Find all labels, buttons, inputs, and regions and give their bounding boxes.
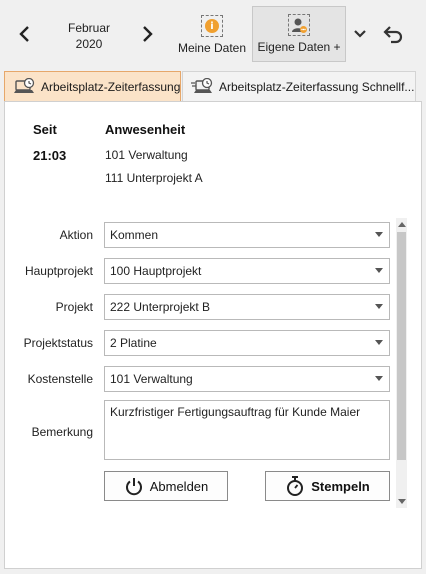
dropdown-arrow-icon: [375, 232, 383, 237]
month-label: Februar: [67, 21, 111, 35]
dropdown-arrow-icon: [375, 268, 383, 273]
anwesenheit-line: 111 Unterprojekt A: [105, 171, 203, 185]
scrollbar-thumb[interactable]: [397, 232, 406, 460]
aktion-select[interactable]: Kommen: [104, 222, 390, 248]
hauptprojekt-select[interactable]: 100 Hauptprojekt: [104, 258, 390, 284]
dropdown-arrow-icon: [375, 376, 383, 381]
kostenstelle-label: Kostenstelle: [27, 372, 93, 386]
stempeln-button[interactable]: Stempeln: [265, 471, 390, 501]
vertical-scrollbar[interactable]: [396, 218, 407, 508]
abmelden-button[interactable]: Abmelden: [104, 471, 228, 501]
bemerkung-textarea[interactable]: Kurzfristiger Fertigungsauftrag für Kund…: [104, 400, 390, 460]
stopwatch-icon: [287, 476, 304, 496]
tab-arbeitsplatz-zeiterfassung-schnellf[interactable]: Arbeitsplatz-Zeiterfassung Schnellf...: [182, 71, 416, 101]
tab-label: Arbeitsplatz-Zeiterfassung Schnellf...: [219, 79, 415, 94]
meine-daten-label: Meine Daten: [177, 41, 247, 55]
tab-bar: Arbeitsplatz-Zeiterfassung Arbeitsplatz-…: [4, 71, 422, 101]
aktion-label: Aktion: [59, 228, 93, 242]
projekt-select[interactable]: 222 Unterprojekt B: [104, 294, 390, 320]
dropdown-arrow-icon: [375, 304, 383, 309]
chevron-down-icon[interactable]: [352, 26, 368, 42]
hauptprojekt-label: Hauptprojekt: [24, 264, 93, 278]
kostenstelle-select[interactable]: 101 Verwaltung: [104, 366, 390, 392]
projekt-value: 222 Unterprojekt B: [110, 300, 211, 314]
aktion-value: Kommen: [110, 228, 159, 242]
seit-value: 21:03: [33, 148, 67, 163]
year-label: 2020: [75, 37, 103, 51]
scroll-up-icon[interactable]: [398, 222, 406, 227]
month-display: Februar 2020: [60, 20, 118, 52]
kostenstelle-value: 101 Verwaltung: [110, 372, 193, 386]
power-icon: [125, 478, 142, 496]
tab-arbeitsplatz-zeiterfassung[interactable]: Arbeitsplatz-Zeiterfassung: [4, 71, 181, 101]
hauptprojekt-value: 100 Hauptprojekt: [110, 264, 202, 278]
abmelden-label: Abmelden: [149, 478, 209, 494]
stempeln-label: Stempeln: [311, 478, 370, 494]
workstation-clock-icon: [14, 77, 35, 93]
anwesenheit-line: 101 Verwaltung: [105, 148, 188, 162]
undo-icon[interactable]: [382, 23, 404, 45]
eigene-daten-label: Eigene Daten +: [257, 40, 341, 54]
info-icon: i: [201, 15, 223, 37]
projektstatus-value: 2 Platine: [110, 336, 157, 350]
projektstatus-select[interactable]: 2 Platine: [104, 330, 390, 356]
projektstatus-label: Projektstatus: [23, 336, 93, 350]
zeiterfassung-panel: Seit 21:03 Anwesenheit 101 Verwaltung 11…: [4, 101, 422, 569]
previous-month-button[interactable]: [14, 22, 34, 46]
chevron-left-icon: [19, 26, 29, 42]
dropdown-arrow-icon: [375, 340, 383, 345]
bemerkung-label: Bemerkung: [31, 425, 93, 439]
next-month-button[interactable]: [138, 22, 158, 46]
meine-daten-button[interactable]: i Meine Daten: [174, 10, 250, 60]
seit-label: Seit: [33, 122, 57, 137]
anwesenheit-label: Anwesenheit: [105, 122, 186, 137]
chevron-right-icon: [143, 26, 153, 42]
toolbar: Februar 2020 i Meine Daten Eigene Daten …: [0, 0, 426, 68]
user-settings-icon: [288, 14, 310, 36]
projekt-label: Projekt: [55, 300, 93, 314]
eigene-daten-button[interactable]: Eigene Daten +: [252, 6, 346, 62]
workstation-fast-clock-icon: [191, 77, 213, 93]
tab-label: Arbeitsplatz-Zeiterfassung: [41, 79, 181, 94]
scroll-down-icon[interactable]: [398, 499, 406, 504]
